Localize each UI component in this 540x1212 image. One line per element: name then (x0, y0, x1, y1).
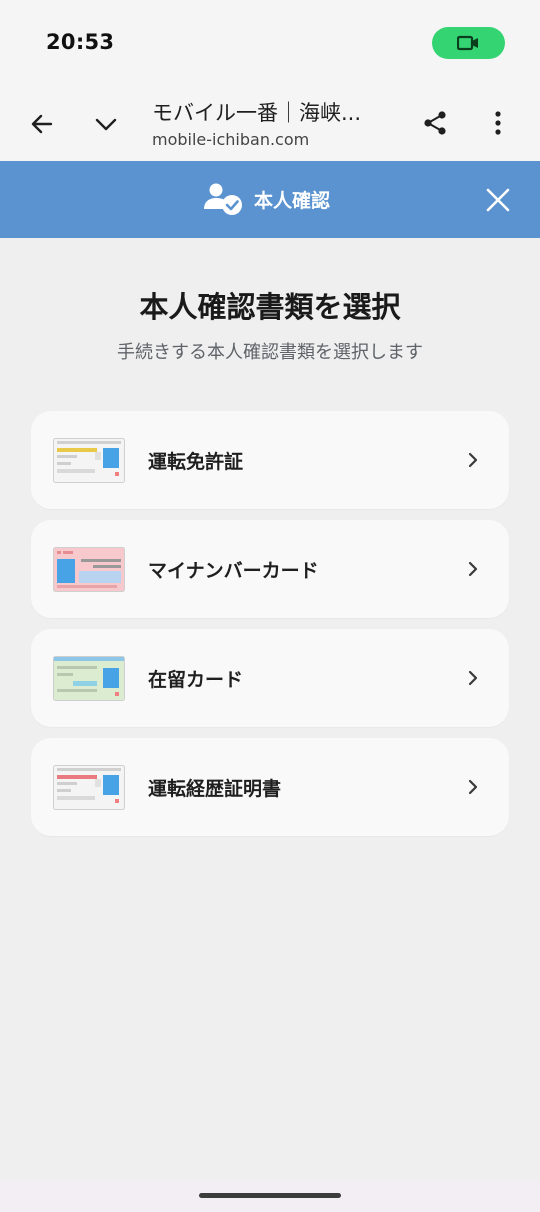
arrow-left-icon (31, 114, 53, 134)
driving-record-certificate-icon (53, 765, 125, 810)
video-camera-icon (457, 35, 478, 51)
chevron-right-icon (468, 561, 478, 577)
more-options-button[interactable] (481, 104, 515, 142)
document-option-driving-record-certificate[interactable]: 運転経歴証明書 (31, 738, 509, 836)
more-vert-icon (495, 111, 501, 135)
back-button[interactable] (24, 106, 60, 142)
document-option-label: 運転免許証 (148, 451, 244, 473)
page-heading: 本人確認書類を選択 (139, 290, 401, 324)
chevron-right-icon (468, 670, 478, 686)
expand-tabs-button[interactable] (88, 106, 124, 142)
browser-toolbar: モバイル一番｜海峡... mobile-ichiban.com (0, 86, 540, 162)
page-subheading: 手続きする本人確認書類を選択します (117, 342, 423, 363)
document-option-label: 在留カード (148, 669, 244, 691)
close-icon (486, 188, 510, 212)
chevron-right-icon (468, 452, 478, 468)
share-button[interactable] (416, 104, 454, 142)
chevron-down-icon (95, 118, 117, 131)
chevron-right-icon (468, 779, 478, 795)
residence-card-icon (53, 656, 125, 701)
screen-record-indicator[interactable] (432, 27, 505, 59)
document-option-residence-card[interactable]: 在留カード (31, 629, 509, 727)
my-number-card-icon (53, 547, 125, 592)
person-check-icon (204, 183, 242, 215)
document-option-my-number-card[interactable]: マイナンバーカード (31, 520, 509, 618)
status-time: 20:53 (46, 30, 115, 54)
kyc-header: 本人確認 (0, 161, 540, 238)
drivers-license-icon (53, 438, 125, 483)
status-bar: 20:53 (0, 0, 540, 86)
close-button[interactable] (480, 182, 516, 218)
kyc-title: 本人確認 (254, 189, 331, 212)
document-option-label: 運転経歴証明書 (148, 778, 282, 800)
share-icon (424, 111, 446, 135)
page-title[interactable]: モバイル一番｜海峡... (152, 97, 392, 127)
gesture-nav-handle[interactable] (199, 1193, 341, 1198)
kyc-title-group: 本人確認 (202, 179, 330, 219)
document-option-label: マイナンバーカード (148, 560, 319, 582)
document-option-drivers-license[interactable]: 運転免許証 (31, 411, 509, 509)
page-url[interactable]: mobile-ichiban.com (152, 130, 309, 149)
